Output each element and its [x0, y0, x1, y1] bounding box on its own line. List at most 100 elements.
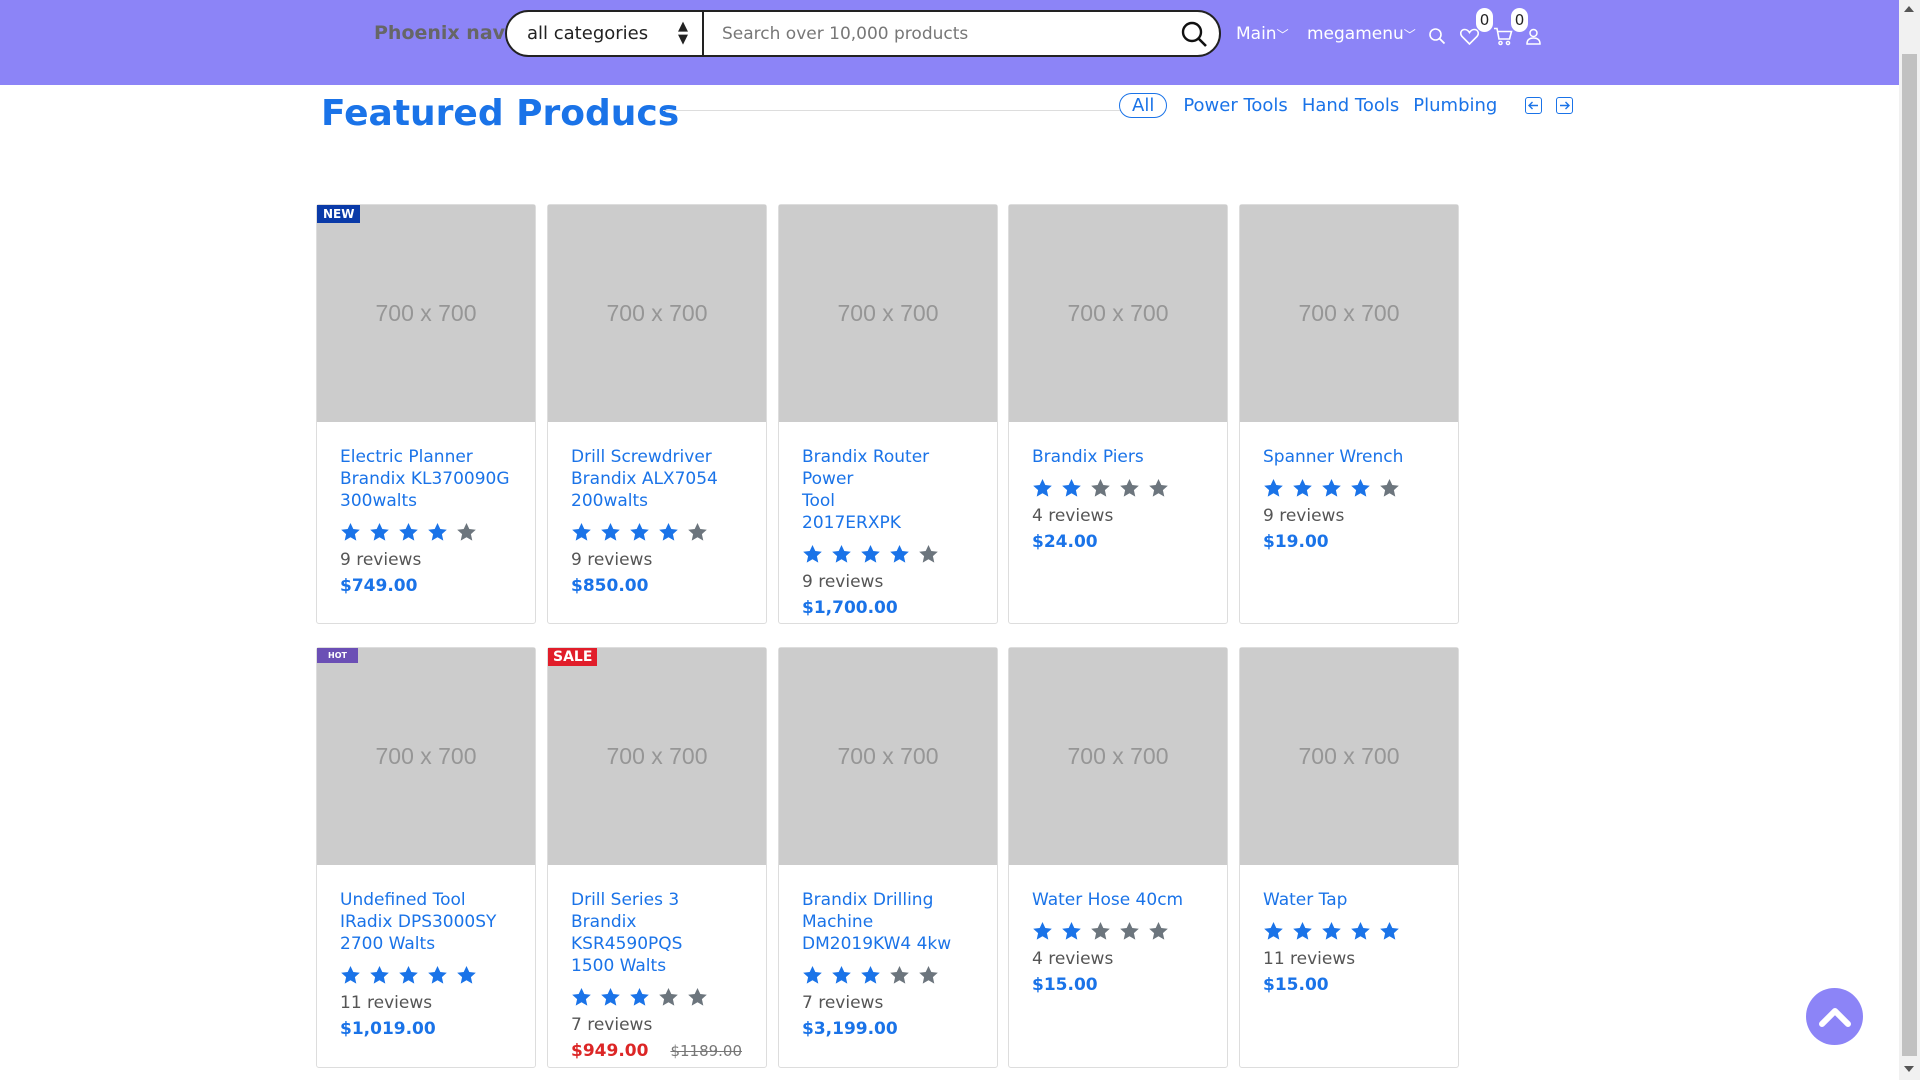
product-name[interactable]: Water Hose 40cm	[1032, 889, 1204, 911]
star-icon	[1033, 922, 1052, 940]
image-placeholder-text: 700 x 700	[606, 743, 708, 769]
star-icon	[1149, 479, 1168, 497]
product-name[interactable]: Brandix Drilling Machine DM2019KW4 4kw	[802, 889, 974, 955]
page-scrollbar[interactable]	[1899, 0, 1920, 1080]
product-card[interactable]: 700 x 700 Brandix Piers 4 reviews $24.00	[1008, 204, 1228, 624]
star-icon	[1351, 922, 1370, 940]
image-placeholder-text: 700 x 700	[1067, 300, 1169, 326]
filter-tab-all[interactable]: All	[1119, 93, 1168, 118]
product-card[interactable]: 700 x 700 NEW Electric Planner Brandix KL3…	[316, 204, 536, 624]
star-icon	[861, 545, 880, 563]
product-card[interactable]: 700 x 700 SALE Drill Series 3 Brandix KSR4…	[547, 647, 767, 1068]
star-icon	[1149, 922, 1168, 940]
arrow-left-icon	[1528, 101, 1539, 110]
star-icon	[1120, 479, 1139, 497]
filter-tab-power-tools[interactable]: Power Tools	[1183, 95, 1287, 116]
product-card[interactable]: 700 x 700 Drill Screwdriver Brandix ALX70…	[547, 204, 767, 624]
product-image[interactable]: 700 x 700	[1240, 648, 1458, 865]
star-icon	[832, 966, 851, 984]
category-filter-tabs: All Power Tools Hand Tools Plumbing	[1119, 93, 1574, 118]
product-image[interactable]: 700 x 700	[317, 205, 535, 422]
current-price: $850.00	[571, 576, 649, 596]
star-icon	[1120, 922, 1139, 940]
star-icon	[659, 523, 678, 541]
star-icon	[1322, 922, 1341, 940]
product-name[interactable]: Drill Screwdriver Brandix ALX7054 200wal…	[571, 446, 743, 512]
star-icon	[1380, 922, 1399, 940]
star-icon	[890, 966, 909, 984]
hot-label: HOT	[317, 648, 358, 663]
product-price: $3,199.00	[802, 1019, 974, 1039]
star-icon	[457, 523, 476, 541]
product-name[interactable]: Brandix Piers	[1032, 446, 1204, 468]
search-toggle-button[interactable]	[1428, 27, 1446, 49]
wishlist-button[interactable]	[1459, 28, 1480, 49]
nav-main[interactable]: Main﹀	[1236, 24, 1289, 44]
category-select[interactable]: all categories ▲ ▼	[507, 12, 704, 55]
account-button[interactable]	[1526, 28, 1541, 49]
star-icon	[399, 523, 418, 541]
product-name[interactable]: Spanner Wrench	[1263, 446, 1435, 468]
star-icon	[890, 545, 909, 563]
star-icon	[1062, 479, 1081, 497]
search-button[interactable]	[1169, 12, 1219, 55]
product-name[interactable]: Drill Series 3 Brandix KSR4590PQS 1500 W…	[571, 889, 743, 977]
search-bar: all categories ▲ ▼	[505, 10, 1221, 57]
cart-button[interactable]	[1493, 27, 1513, 50]
review-count: 7 reviews	[571, 1015, 653, 1035]
star-icon	[1293, 922, 1312, 940]
star-icon	[659, 988, 678, 1006]
star-icon	[1380, 479, 1399, 497]
product-name[interactable]: Electric Planner Brandix KL370090G 300wa…	[340, 446, 512, 512]
current-price: $15.00	[1263, 975, 1329, 995]
star-icon	[832, 545, 851, 563]
brand-logo[interactable]: Phoenix nav	[374, 22, 505, 44]
review-count: 4 reviews	[1032, 949, 1114, 969]
star-icon	[688, 523, 707, 541]
back-to-top-button[interactable]	[1806, 988, 1863, 1045]
prev-button[interactable]	[1525, 97, 1543, 114]
product-image[interactable]: 700 x 700	[1240, 205, 1458, 422]
rating-stars	[340, 965, 512, 986]
product-card[interactable]: 700 x 700 Spanner Wrench 9 reviews $19.00	[1239, 204, 1459, 624]
star-icon	[1033, 479, 1052, 497]
product-card[interactable]: 700 x 700 Water Hose 40cm 4 reviews $15.00	[1008, 647, 1228, 1068]
star-icon	[399, 966, 418, 984]
product-image[interactable]: 700 x 700	[548, 205, 766, 422]
filter-tab-plumbing[interactable]: Plumbing	[1413, 95, 1497, 116]
star-icon	[919, 966, 938, 984]
scroll-up-arrow-icon[interactable]	[1904, 6, 1914, 12]
product-image[interactable]: 700 x 700	[317, 648, 535, 865]
star-icon	[688, 988, 707, 1006]
current-price: $24.00	[1032, 532, 1098, 552]
cart-icon	[1494, 27, 1513, 46]
product-image[interactable]: 700 x 700	[548, 648, 766, 865]
search-icon	[1181, 21, 1207, 47]
product-card[interactable]: 700 x 700 Water Tap 11 reviews $15.00	[1239, 647, 1459, 1068]
search-input[interactable]	[704, 12, 1169, 55]
product-card[interactable]: 700 x 700 Brandix Router Power Tool 2017E…	[778, 204, 998, 624]
product-card[interactable]: 700 x 700 Brandix Drilling Machine DM2019…	[778, 647, 998, 1068]
product-name[interactable]: Brandix Router Power Tool 2017ERXPK	[802, 446, 974, 534]
current-price: $949.00	[571, 1041, 649, 1061]
new-label: NEW	[317, 205, 361, 223]
product-image[interactable]: 700 x 700	[1009, 648, 1227, 865]
product-image[interactable]: 700 x 700	[1009, 205, 1227, 422]
scrollbar-thumb[interactable]	[1902, 54, 1917, 1056]
star-icon	[601, 988, 620, 1006]
product-image[interactable]: 700 x 700	[779, 205, 997, 422]
scroll-down-arrow-icon[interactable]	[1904, 1066, 1914, 1072]
product-price: $1,019.00	[340, 1019, 512, 1039]
next-button[interactable]	[1556, 97, 1574, 114]
product-card[interactable]: 700 x 700 HOT Undefined Tool IRadix DPS300…	[316, 647, 536, 1068]
nav-megamenu[interactable]: megamenu﹀	[1307, 24, 1416, 44]
product-name[interactable]: Water Tap	[1263, 889, 1435, 911]
review-count: 9 reviews	[1263, 506, 1345, 526]
star-icon	[601, 523, 620, 541]
product-image[interactable]: 700 x 700	[779, 648, 997, 865]
review-count: 9 reviews	[571, 550, 653, 570]
product-price: $15.00	[1263, 975, 1435, 995]
product-name[interactable]: Undefined Tool IRadix DPS3000SY 2700 Wal…	[340, 889, 512, 955]
review-count: 9 reviews	[340, 550, 422, 570]
filter-tab-hand-tools[interactable]: Hand Tools	[1302, 95, 1399, 116]
